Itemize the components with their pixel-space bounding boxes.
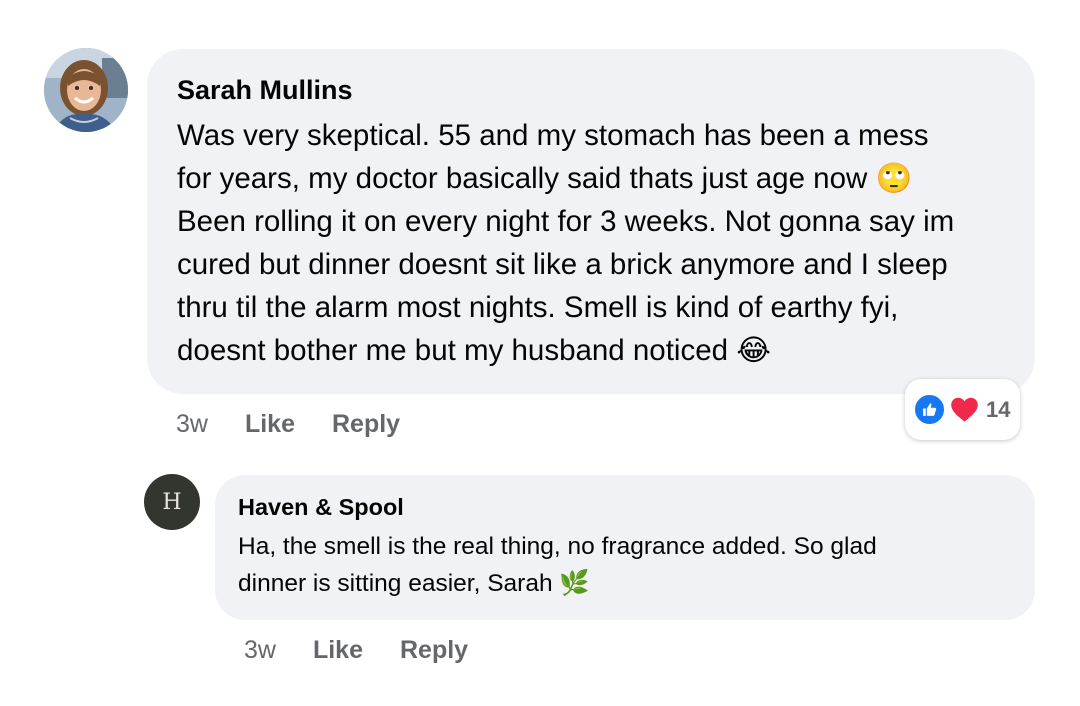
comment-bubble: Sarah Mullins Was very skeptical. 55 and… [147,49,1035,394]
comment-line: Was very skeptical. 55 and my stomach ha… [177,119,929,152]
reply-reply-button[interactable]: Reply [400,636,468,665]
profile-photo-icon [44,48,128,132]
reply-timestamp[interactable]: 3w [244,636,276,665]
comment-timestamp[interactable]: 3w [176,410,208,439]
comment-author[interactable]: Sarah Mullins [177,73,1005,107]
reply-line: Ha, the smell is the real thing, no frag… [238,533,877,560]
reply-button[interactable]: Reply [332,410,400,439]
like-button[interactable]: Like [245,410,295,439]
avatar[interactable] [44,48,128,132]
reaction-count: 14 [986,396,1011,422]
reply-author[interactable]: Haven & Spool [238,492,1012,522]
comment-line: Been rolling it on every night for 3 wee… [177,205,955,238]
reply-body: Ha, the smell is the real thing, no frag… [238,529,1012,602]
reply-like-button[interactable]: Like [313,636,363,665]
comment-line: thru til the alarm most nights. Smell is… [177,291,899,324]
comment-body: Was very skeptical. 55 and my stomach ha… [177,114,1005,372]
reaction-summary[interactable]: 14 [905,379,1020,440]
comment-thread: Sarah Mullins Was very skeptical. 55 and… [0,0,1080,706]
eye-roll-emoji-icon: 🙄 [875,161,913,195]
reply-bubble: Haven & Spool Ha, the smell is the real … [215,475,1035,620]
like-icon [913,393,946,426]
reply-line: dinner is sitting easier, Sarah [238,570,553,597]
heart-icon [950,395,979,424]
comment-line: doesnt bother me but my husband noticed [177,334,729,367]
reply-avatar[interactable]: H [144,474,200,530]
comment-actions: 3w Like Reply [176,406,437,442]
leaf-emoji-icon: 🌿 [559,568,590,597]
laughing-emoji-icon: 😂 [736,333,771,367]
reply-actions: 3w Like Reply [244,633,505,667]
comment-line: for years, my doctor basically said that… [177,162,868,195]
comment-line: cured but dinner doesnt sit like a brick… [177,248,948,281]
